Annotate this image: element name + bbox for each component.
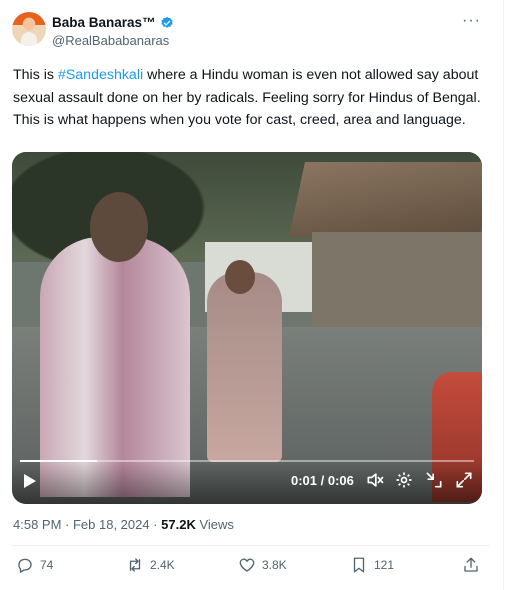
video-player[interactable]: 0:01 / 0:06 bbox=[12, 152, 482, 504]
settings-icon[interactable] bbox=[394, 470, 414, 490]
divider bbox=[12, 545, 490, 546]
timestamp[interactable]: 4:58 PM · Feb 18, 2024 · bbox=[13, 517, 161, 532]
author-name-row: Baba Banaras™ bbox=[52, 15, 174, 30]
tweet-card: Baba Banaras™ @RealBababanaras ··· This … bbox=[0, 0, 504, 590]
like-count: 3.8K bbox=[262, 558, 287, 572]
action-bar: 74 2.4K 3.8K 121 bbox=[0, 553, 503, 583]
more-icon[interactable]: ··· bbox=[462, 12, 481, 30]
like-icon bbox=[239, 558, 255, 572]
fullscreen-icon[interactable] bbox=[454, 470, 474, 490]
tweet-text: This is #Sandeshkali where a Hindu woman… bbox=[13, 64, 483, 132]
minimize-icon[interactable] bbox=[424, 470, 444, 490]
video-time: 0:01 / 0:06 bbox=[291, 473, 354, 488]
share-button[interactable] bbox=[462, 556, 480, 574]
volume-icon[interactable] bbox=[365, 470, 385, 490]
author-handle[interactable]: @RealBababanaras bbox=[52, 33, 169, 48]
repost-count: 2.4K bbox=[150, 558, 175, 572]
reply-count: 74 bbox=[40, 558, 54, 572]
video-frame-roof bbox=[289, 162, 482, 237]
tweet-text-start: This is bbox=[13, 67, 58, 83]
share-icon bbox=[464, 557, 478, 572]
like-button[interactable]: 3.8K bbox=[238, 556, 287, 574]
avatar[interactable] bbox=[12, 12, 46, 46]
reply-icon bbox=[18, 558, 32, 573]
video-frame-woman bbox=[207, 272, 282, 462]
video-frame-man-head bbox=[90, 192, 148, 262]
reply-button[interactable]: 74 bbox=[16, 556, 53, 574]
video-controls: 0:01 / 0:06 bbox=[12, 460, 482, 504]
video-frame-man bbox=[40, 237, 190, 497]
video-frame-woman-head bbox=[225, 260, 255, 294]
repost-icon bbox=[129, 558, 141, 572]
verified-badge-icon bbox=[160, 16, 173, 28]
views-label: Views bbox=[195, 517, 234, 532]
bookmark-button[interactable]: 121 bbox=[350, 556, 394, 574]
repost-button[interactable]: 2.4K bbox=[126, 556, 175, 574]
bookmark-count: 121 bbox=[374, 558, 395, 572]
views-count: 57.2K bbox=[161, 517, 196, 532]
tweet-meta: 4:58 PM · Feb 18, 2024 · 57.2K Views bbox=[13, 517, 234, 532]
author-name[interactable]: Baba Banaras™ bbox=[52, 15, 156, 30]
play-icon[interactable] bbox=[24, 474, 36, 488]
hashtag-link[interactable]: #Sandeshkali bbox=[58, 67, 143, 83]
video-frame-house bbox=[312, 232, 482, 342]
bookmark-icon bbox=[353, 557, 365, 573]
